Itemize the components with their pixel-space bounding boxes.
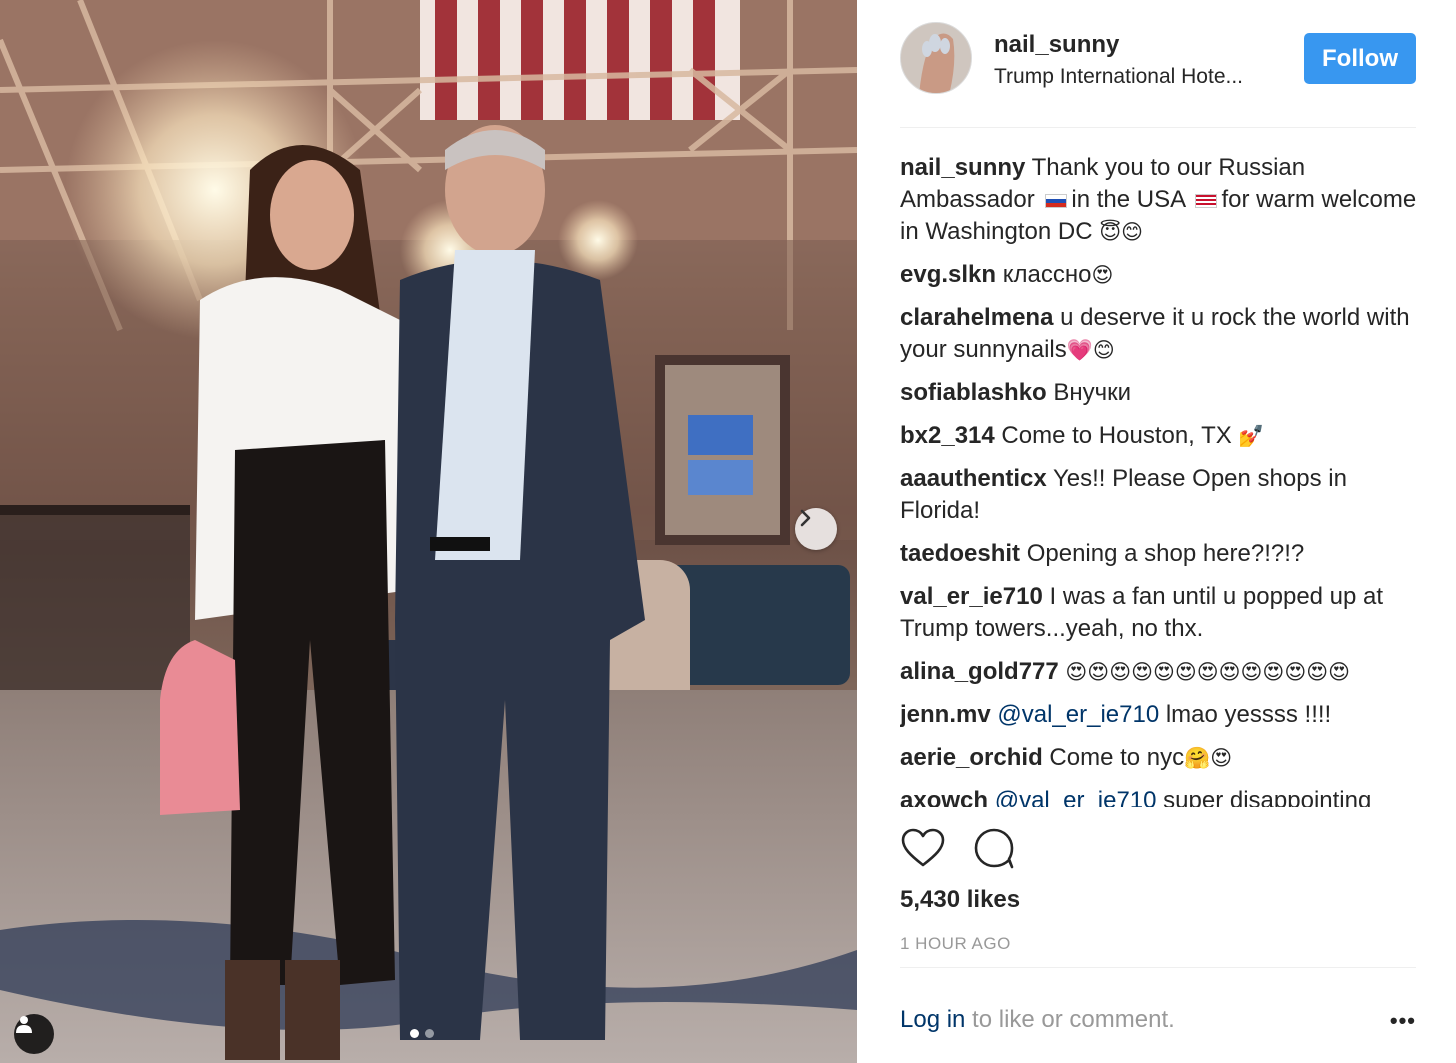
comment-text: Come to Houston, TX	[994, 422, 1239, 449]
emoji: 💗😊	[1066, 338, 1115, 362]
comments-list[interactable]: nail_sunny Thank you to our Russian Amba…	[900, 152, 1420, 807]
comment-item: aaauthenticx Yes!! Please Open shops in …	[900, 463, 1420, 527]
comment-username[interactable]: aerie_orchid	[900, 744, 1043, 771]
russia-flag-icon	[1045, 194, 1068, 208]
login-prompt: Log in to like or comment.	[900, 1006, 1175, 1034]
comment-text: lmao yessss !!!!	[1159, 701, 1332, 728]
comment-mention[interactable]: @val_er_ie710	[991, 701, 1159, 728]
post-location[interactable]: Trump International Hote...	[994, 65, 1269, 89]
comment-text: классно	[996, 261, 1092, 288]
comment-item: axowch @val_er_ie710 super disappointing	[900, 785, 1420, 807]
carousel-indicators	[410, 1029, 434, 1038]
emoji: 😇😊	[1099, 220, 1143, 244]
flag-drape	[420, 0, 740, 120]
comment-item: jenn.mv @val_er_ie710 lmao yessss !!!!	[900, 699, 1420, 731]
comment-username[interactable]: evg.slkn	[900, 261, 996, 288]
comment-text: Opening a shop here?!?!?	[1020, 540, 1305, 567]
comment-item: bx2_314 Come to Houston, TX 💅	[900, 420, 1420, 452]
comment-item: val_er_ie710 I was a fan until u popped …	[900, 581, 1420, 645]
post-side-panel: nail_sunny Trump International Hote... F…	[857, 0, 1456, 1063]
comment-icon[interactable]	[972, 826, 1018, 872]
post-footer: Log in to like or comment. •••	[900, 967, 1416, 1063]
avatar[interactable]	[900, 22, 972, 94]
post-photo[interactable]	[0, 0, 857, 1063]
caption: nail_sunny Thank you to our Russian Amba…	[900, 152, 1420, 248]
comment-username[interactable]: aaauthenticx	[900, 465, 1047, 492]
comment-mention[interactable]: @val_er_ie710	[988, 787, 1157, 807]
comment-item: alina_gold777 😍😍😍😍😍😍😍😍😍😍😍😍😍	[900, 656, 1420, 688]
emoji: 😍😍😍😍😍😍😍😍😍😍😍😍😍	[1065, 660, 1351, 684]
usa-flag-icon	[1195, 194, 1218, 208]
login-link[interactable]: Log in	[900, 1006, 965, 1033]
follow-button[interactable]: Follow	[1304, 33, 1416, 84]
tagged-users-button[interactable]	[14, 1014, 54, 1054]
comment-username[interactable]: clarahelmena	[900, 304, 1053, 331]
post-header: nail_sunny Trump International Hote... F…	[900, 22, 1416, 128]
comment-item: taedoeshit Opening a shop here?!?!?	[900, 538, 1420, 570]
comment-username[interactable]: axowch	[900, 787, 988, 807]
carousel-dot-active	[410, 1029, 419, 1038]
comment-username[interactable]: jenn.mv	[900, 701, 991, 728]
avatar-image	[901, 23, 971, 93]
comment-username[interactable]: taedoeshit	[900, 540, 1020, 567]
more-options-icon[interactable]: •••	[1390, 1008, 1416, 1034]
comment-item: evg.slkn классно😍	[900, 259, 1420, 291]
likes-count[interactable]: 5,430 likes	[900, 886, 1020, 914]
comment-text: super disappointing	[1156, 787, 1372, 807]
post-timestamp[interactable]: 1 HOUR AGO	[900, 934, 1011, 954]
comment-text: Come to nyc	[1042, 744, 1185, 771]
comment-item: sofiablashko Внучки	[900, 377, 1420, 409]
post-username[interactable]: nail_sunny	[994, 31, 1119, 59]
photo-scene	[0, 0, 857, 1063]
bar-shelf	[655, 355, 790, 545]
comment-item: aerie_orchid Come to nyc🤗😍	[900, 742, 1420, 774]
comment-text	[1059, 658, 1066, 685]
comment-username[interactable]: alina_gold777	[900, 658, 1059, 685]
emoji: 🤗😍	[1184, 746, 1233, 770]
login-prompt-text: to like or comment.	[965, 1006, 1175, 1033]
next-slide-button[interactable]	[795, 508, 837, 550]
chevron-right-icon	[800, 509, 811, 527]
comment-item: clarahelmena u deserve it u rock the wor…	[900, 302, 1420, 366]
heart-icon[interactable]	[900, 826, 946, 872]
emoji: 💅	[1238, 424, 1265, 448]
comment-username[interactable]: bx2_314	[900, 422, 995, 449]
comment-text: Внучки	[1046, 379, 1132, 406]
comment-username[interactable]: sofiablashko	[900, 379, 1047, 406]
comment-username[interactable]: nail_sunny	[900, 154, 1025, 181]
carousel-dot	[425, 1029, 434, 1038]
person-icon	[16, 1016, 32, 1033]
comment-username[interactable]: val_er_ie710	[900, 583, 1043, 610]
post-actions	[900, 826, 1416, 876]
emoji: 😍	[1091, 263, 1114, 287]
caption-text: in the USA	[1071, 186, 1185, 213]
